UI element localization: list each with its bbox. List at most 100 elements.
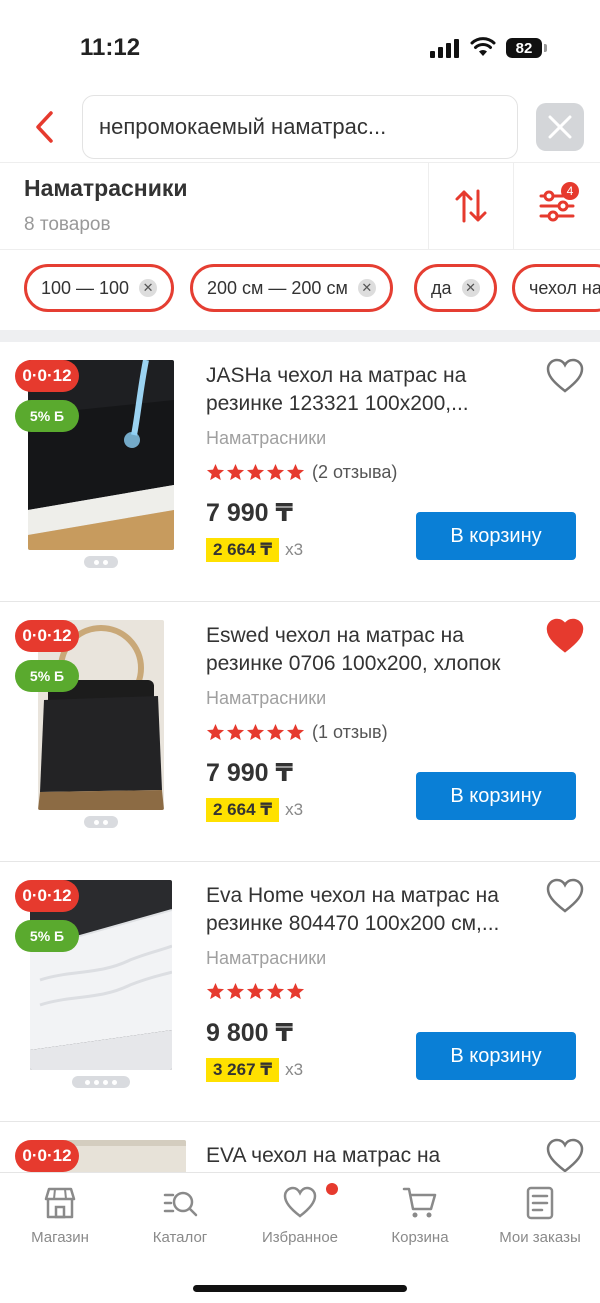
installment-badge: 0·0·12 [15, 1140, 79, 1172]
tab-shop[interactable]: Магазин [0, 1185, 120, 1255]
review-count[interactable]: (1 отзыв) [312, 722, 388, 743]
search-input[interactable]: непромокаемый наматрас... [82, 95, 518, 159]
product-count: 8 товаров [24, 214, 111, 235]
product-price: 7 990 ₸ [206, 759, 293, 787]
battery-indicator: 82 [506, 38, 547, 58]
filter-chip[interactable]: да ✕ [414, 264, 497, 312]
heart-icon [283, 1186, 317, 1218]
filter-button[interactable]: 4 [513, 163, 600, 249]
catalog-icon [163, 1191, 198, 1217]
status-bar: 11:12 82 [0, 0, 600, 90]
favorite-heart-icon[interactable] [546, 618, 584, 654]
category-header: Наматрасники 8 товаров 4 [0, 162, 600, 250]
product-price: 7 990 ₸ [206, 499, 293, 527]
bonus-badge: 5% Б [15, 920, 79, 952]
rating-stars: (2 отзыва) [206, 462, 397, 483]
chip-label: 100 — 100 [41, 277, 130, 298]
star-icon [206, 463, 225, 481]
product-card[interactable]: 0·0·12 5% Б Eswed чехол на матрас на рез… [0, 602, 600, 862]
filter-count-badge: 4 [561, 182, 579, 200]
filter-chip[interactable]: 200 см — 200 см ✕ [190, 264, 393, 312]
add-to-cart-button[interactable]: В корзину [416, 772, 576, 820]
installment-term: x3 [285, 800, 304, 819]
filter-chip[interactable]: 100 — 100 ✕ [24, 264, 175, 312]
tab-label: Мои заказы [499, 1229, 581, 1246]
add-to-cart-button[interactable]: В корзину [416, 512, 576, 560]
star-icon [246, 982, 265, 1000]
installment-amount: 2 664 ₸ [206, 538, 280, 562]
tab-label: Избранное [261, 1229, 339, 1246]
chip-remove-icon[interactable]: ✕ [139, 279, 158, 297]
chip-remove-icon[interactable]: ✕ [461, 279, 480, 297]
product-card[interactable]: 0·0·12 5% Б Eva Home чехол на матрас на … [0, 862, 600, 1122]
category-title: Наматрасники [24, 175, 188, 201]
wifi-icon [470, 37, 496, 56]
star-icon [226, 723, 245, 741]
star-icon [246, 723, 265, 741]
product-category: Наматрасники [206, 948, 327, 968]
close-icon [548, 115, 572, 139]
star-icon [206, 723, 225, 741]
installment-term: x3 [285, 1060, 304, 1079]
tab-label: Каталог [152, 1229, 208, 1246]
search-header: непромокаемый наматрас... [0, 95, 600, 159]
filter-chip[interactable]: чехол на [512, 264, 600, 312]
installment-info: 2 664 ₸ x3 [206, 538, 303, 562]
product-title[interactable]: Eva Home чехол на матрас на резинке 8044… [206, 882, 526, 938]
product-category: Наматрасники [206, 428, 327, 448]
image-pager [84, 816, 118, 828]
star-icon [286, 982, 305, 1000]
review-count[interactable]: (2 отзыва) [312, 462, 397, 483]
add-to-cart-button[interactable]: В корзину [416, 1032, 576, 1080]
sort-button[interactable] [428, 163, 513, 249]
installment-term: x3 [285, 540, 304, 559]
clear-search-button[interactable] [536, 103, 584, 151]
image-pager [72, 1076, 130, 1088]
installment-badge: 0·0·12 [15, 360, 79, 392]
installment-info: 2 664 ₸ x3 [206, 798, 303, 822]
installment-amount: 2 664 ₸ [206, 798, 280, 822]
tab-cart[interactable]: Корзина [360, 1185, 480, 1255]
star-icon [206, 982, 225, 1000]
back-arrow-icon [36, 111, 53, 143]
shop-icon [44, 1187, 76, 1219]
back-button[interactable] [26, 107, 62, 147]
orders-icon [526, 1186, 554, 1220]
tab-label: Корзина [391, 1229, 449, 1246]
favorite-heart-icon[interactable] [546, 878, 584, 914]
notification-dot [326, 1183, 338, 1195]
bottom-tab-bar: Магазин Каталог Избранное Корзина Мои за… [0, 1172, 600, 1303]
tab-favorites[interactable]: Избранное [240, 1185, 360, 1255]
favorite-heart-icon[interactable] [546, 358, 584, 394]
product-title[interactable]: JASHа чехол на матрас на резинке 123321 … [206, 362, 526, 418]
chip-label: 200 см — 200 см [207, 277, 348, 298]
product-card[interactable]: 0·0·12 5% Б JASHа чехол на матрас на рез… [0, 342, 600, 602]
divider [0, 330, 600, 342]
product-title[interactable]: Eswed чехол на матрас на резинке 0706 10… [206, 622, 526, 678]
star-icon [246, 463, 265, 481]
rating-stars [206, 982, 305, 1001]
product-category: Наматрасники [206, 688, 327, 708]
tab-catalog[interactable]: Каталог [120, 1185, 240, 1255]
installment-badge: 0·0·12 [15, 880, 79, 912]
star-icon [286, 723, 305, 741]
installment-info: 3 267 ₸ x3 [206, 1058, 303, 1082]
rating-stars: (1 отзыв) [206, 722, 388, 743]
product-title[interactable]: EVA чехол на матрас на [206, 1142, 526, 1170]
star-icon [226, 982, 245, 1000]
star-icon [266, 982, 285, 1000]
sort-icon [455, 189, 487, 223]
bonus-badge: 5% Б [15, 400, 79, 432]
chip-remove-icon[interactable]: ✕ [357, 279, 376, 297]
tab-orders[interactable]: Мои заказы [480, 1185, 600, 1255]
status-time: 11:12 [80, 34, 141, 61]
star-icon [286, 463, 305, 481]
signal-icon [430, 38, 459, 58]
filter-chips: 100 — 100 ✕ 200 см — 200 см ✕ да ✕ чехол… [0, 264, 600, 314]
product-price: 9 800 ₸ [206, 1019, 293, 1047]
star-icon [266, 723, 285, 741]
favorite-heart-icon[interactable] [546, 1138, 584, 1174]
chip-label: да [431, 277, 452, 298]
tab-label: Магазин [31, 1229, 89, 1246]
installment-badge: 0·0·12 [15, 620, 79, 652]
